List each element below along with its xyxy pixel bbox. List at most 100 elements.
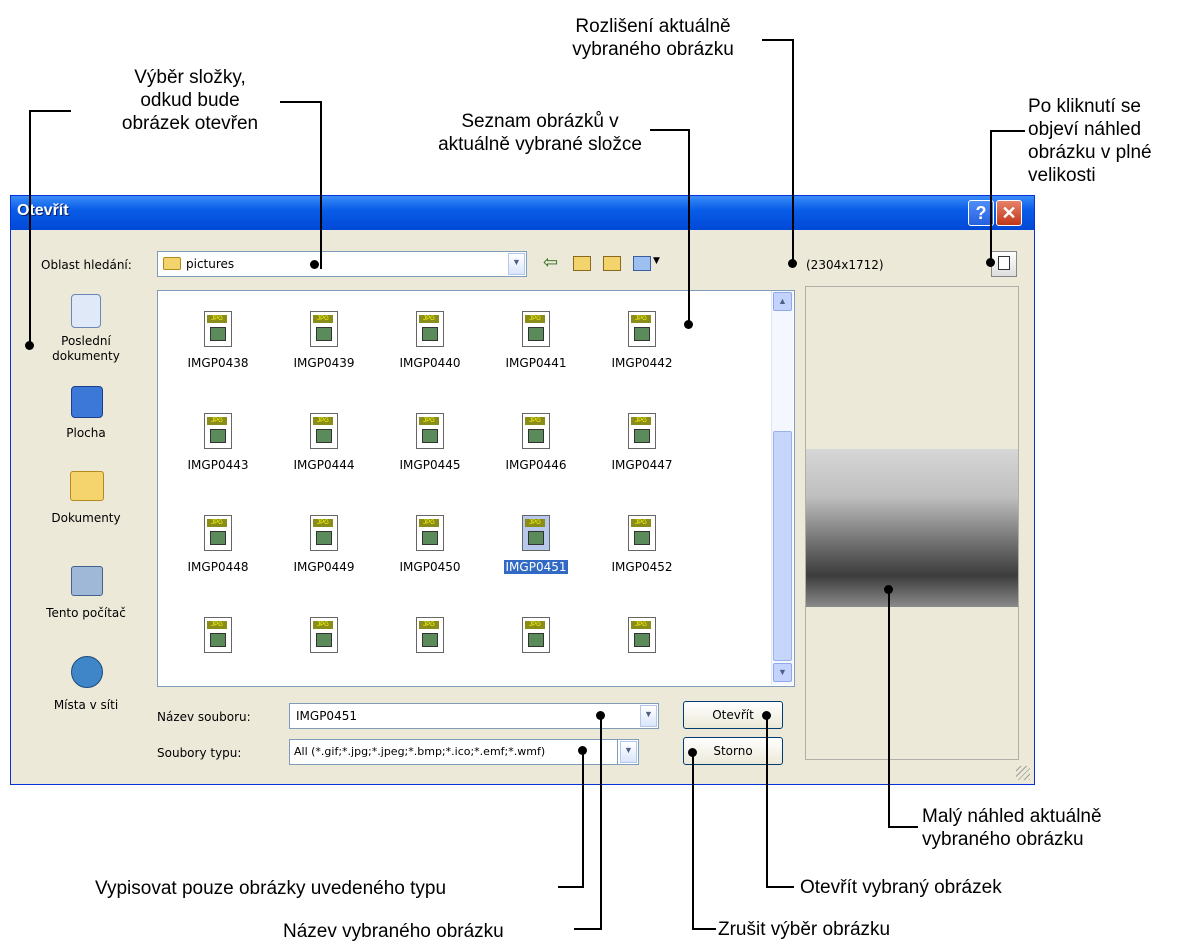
filename-value: IMGP0451 bbox=[296, 709, 357, 723]
picture-thumb-icon bbox=[422, 429, 438, 443]
recent-documents-icon bbox=[71, 294, 101, 328]
scroll-thumb[interactable] bbox=[773, 431, 792, 661]
place-my-computer[interactable]: Tento počítač bbox=[21, 566, 151, 621]
filetype-dropdown[interactable]: ▼ bbox=[617, 739, 639, 765]
annotation-selected-name: Název vybraného obrázku bbox=[283, 921, 504, 942]
picture-thumb-icon bbox=[422, 531, 438, 545]
open-dialog: Otevřít ? ✕ Oblast hledání: pictures ▼ ⇦… bbox=[10, 195, 1035, 785]
up-folder-icon[interactable] bbox=[573, 256, 591, 271]
documents-folder-icon bbox=[70, 471, 104, 501]
scroll-down-button[interactable]: ▼ bbox=[773, 663, 792, 682]
jpg-file-icon: JPG bbox=[310, 311, 338, 347]
jpg-file-icon: JPG bbox=[310, 617, 338, 653]
jpg-file-icon: JPG bbox=[204, 515, 232, 551]
jpg-tag: JPG bbox=[207, 417, 227, 425]
jpg-file-icon: JPG bbox=[310, 515, 338, 551]
jpg-file-icon: JPG bbox=[522, 515, 550, 551]
open-button-label: Otevřít bbox=[712, 708, 754, 722]
file-name: IMGP0449 bbox=[293, 560, 355, 574]
close-button[interactable]: ✕ bbox=[996, 200, 1022, 226]
file-name: IMGP0451 bbox=[503, 560, 569, 574]
jpg-file-icon: JPG bbox=[522, 617, 550, 653]
picture-thumb-icon bbox=[316, 429, 332, 443]
jpg-tag: JPG bbox=[631, 621, 651, 629]
file-list[interactable]: JPG IMGP0438 JPG IMGP0439 JPG IMGP0440 JPG IMGP… bbox=[157, 290, 795, 687]
jpg-tag: JPG bbox=[419, 417, 439, 425]
jpg-tag: JPG bbox=[631, 315, 651, 323]
my-computer-icon bbox=[71, 566, 103, 596]
jpg-tag: JPG bbox=[313, 519, 333, 527]
new-folder-icon[interactable] bbox=[603, 256, 621, 271]
preview-toggle-button[interactable] bbox=[991, 251, 1017, 277]
file-name: IMGP0452 bbox=[611, 560, 673, 574]
file-name: IMGP0443 bbox=[187, 458, 249, 472]
jpg-file-icon: JPG bbox=[416, 515, 444, 551]
jpg-tag: JPG bbox=[207, 519, 227, 527]
file-name: IMGP0445 bbox=[399, 458, 461, 472]
jpg-file-icon: JPG bbox=[522, 311, 550, 347]
picture-thumb-icon bbox=[422, 633, 438, 647]
view-menu-icon[interactable] bbox=[633, 256, 651, 271]
jpg-tag: JPG bbox=[207, 315, 227, 323]
annotation-small-preview: Malý náhled aktuálně vybraného obrázku bbox=[922, 806, 1102, 850]
picture-thumb-icon bbox=[422, 327, 438, 341]
picture-thumb-icon bbox=[210, 429, 226, 443]
filetype-value: All (*.gif;*.jpg;*.jpeg;*.bmp;*.ico;*.em… bbox=[294, 745, 546, 758]
place-desktop[interactable]: Plocha bbox=[21, 386, 151, 441]
picture-thumb-icon bbox=[634, 327, 650, 341]
jpg-file-icon: JPG bbox=[628, 311, 656, 347]
jpg-tag: JPG bbox=[525, 315, 545, 323]
scroll-up-button[interactable]: ▲ bbox=[773, 292, 792, 311]
jpg-tag: JPG bbox=[419, 519, 439, 527]
chevron-down-icon[interactable]: ▼ bbox=[640, 705, 657, 727]
title-bar[interactable]: Otevřít ? ✕ bbox=[11, 196, 1034, 230]
jpg-file-icon: JPG bbox=[416, 413, 444, 449]
look-in-label: Oblast hledání: bbox=[41, 258, 132, 272]
vertical-scrollbar[interactable]: ▲ ▼ bbox=[771, 291, 793, 685]
annotation-fullsize-preview: Po kliknutí se objeví náhled obrázku v p… bbox=[1028, 96, 1152, 185]
filetype-label: Soubory typu: bbox=[157, 746, 242, 760]
places-bar: Poslední dokumenty Plocha Dokumenty Tent… bbox=[21, 286, 151, 756]
jpg-tag: JPG bbox=[313, 315, 333, 323]
file-name: IMGP0439 bbox=[293, 356, 355, 370]
annotation-folder-select: Výběr složky, odkud bude obrázek otevřen bbox=[121, 67, 259, 134]
jpg-tag: JPG bbox=[419, 621, 439, 629]
jpg-tag: JPG bbox=[313, 417, 333, 425]
jpg-tag: JPG bbox=[313, 621, 333, 629]
resize-grip[interactable] bbox=[1016, 766, 1030, 780]
jpg-file-icon: JPG bbox=[628, 413, 656, 449]
look-in-value: pictures bbox=[186, 257, 235, 271]
place-documents[interactable]: Dokumenty bbox=[21, 471, 151, 526]
jpg-file-icon: JPG bbox=[628, 515, 656, 551]
file-name: IMGP0447 bbox=[611, 458, 673, 472]
place-network[interactable]: Místa v síti bbox=[21, 656, 151, 713]
jpg-tag: JPG bbox=[631, 417, 651, 425]
jpg-file-icon: JPG bbox=[628, 617, 656, 653]
annotation-open-selected: Otevřít vybraný obrázek bbox=[800, 877, 1002, 898]
file-name: IMGP0440 bbox=[399, 356, 461, 370]
view-menu-arrow[interactable]: ▼ bbox=[653, 256, 660, 266]
back-arrow-icon[interactable]: ⇦ bbox=[543, 252, 558, 273]
file-name: IMGP0450 bbox=[399, 560, 461, 574]
file-name: IMGP0446 bbox=[505, 458, 567, 472]
jpg-file-icon: JPG bbox=[416, 617, 444, 653]
preview-image bbox=[806, 449, 1018, 607]
jpg-file-icon: JPG bbox=[204, 311, 232, 347]
desktop-icon bbox=[71, 386, 103, 418]
jpg-tag: JPG bbox=[525, 519, 545, 527]
filename-label: Název souboru: bbox=[157, 710, 251, 724]
chevron-down-icon[interactable]: ▼ bbox=[508, 253, 525, 275]
look-in-combo[interactable]: pictures ▼ bbox=[157, 251, 527, 277]
file-name: IMGP0441 bbox=[505, 356, 567, 370]
chevron-down-icon[interactable]: ▼ bbox=[620, 741, 637, 763]
jpg-file-icon: JPG bbox=[416, 311, 444, 347]
cancel-button[interactable]: Storno bbox=[683, 737, 783, 765]
picture-thumb-icon bbox=[634, 633, 650, 647]
jpg-tag: JPG bbox=[207, 621, 227, 629]
place-recent-documents[interactable]: Poslední dokumenty bbox=[21, 294, 151, 364]
picture-thumb-icon bbox=[634, 429, 650, 443]
jpg-tag: JPG bbox=[525, 621, 545, 629]
jpg-file-icon: JPG bbox=[204, 413, 232, 449]
jpg-tag: JPG bbox=[631, 519, 651, 527]
file-name: IMGP0442 bbox=[611, 356, 673, 370]
